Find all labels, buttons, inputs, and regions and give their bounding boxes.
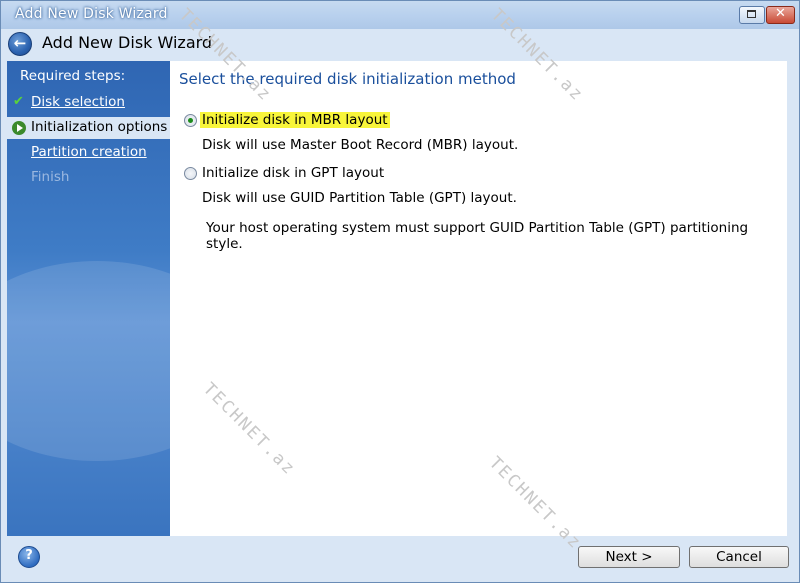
step-partition-creation[interactable]: Partition creation	[7, 142, 170, 164]
wizard-header: ← Add New Disk Wizard	[1, 29, 799, 59]
mbr-radio[interactable]	[184, 114, 197, 127]
next-button[interactable]: Next >	[578, 546, 680, 568]
step-disk-selection[interactable]: ✔ Disk selection	[7, 92, 170, 114]
maximize-icon	[747, 10, 756, 18]
checkmark-icon: ✔	[13, 94, 24, 109]
mbr-description: Disk will use Master Boot Record (MBR) l…	[202, 137, 519, 153]
gpt-radio[interactable]	[184, 167, 197, 180]
sidebar-decoration	[7, 261, 170, 461]
gpt-description: Disk will use GUID Partition Table (GPT)…	[202, 190, 517, 206]
help-icon: ?	[25, 548, 33, 563]
wizard-window: Add New Disk Wizard ✕ ← Add New Disk Wiz…	[0, 0, 800, 583]
step-initialization-options: Initialization options	[7, 117, 170, 139]
wizard-title: Add New Disk Wizard	[42, 33, 213, 52]
window-title: Add New Disk Wizard	[15, 6, 168, 22]
close-button[interactable]: ✕	[766, 6, 795, 24]
back-button[interactable]: ←	[8, 32, 32, 56]
steps-heading: Required steps:	[20, 68, 126, 84]
steps-sidebar: Required steps: ✔ Disk selection Initial…	[7, 61, 170, 536]
step-label: Partition creation	[31, 144, 147, 160]
step-label: Disk selection	[31, 94, 125, 110]
title-bar[interactable]: Add New Disk Wizard ✕	[1, 1, 799, 29]
step-label: Finish	[31, 169, 70, 185]
step-finish: Finish	[7, 167, 170, 189]
step-label: Initialization options	[31, 119, 168, 135]
gpt-support-note: Your host operating system must support …	[206, 220, 749, 252]
back-icon: ←	[13, 34, 27, 52]
maximize-button[interactable]	[739, 6, 765, 24]
mbr-option-label[interactable]: Initialize disk in MBR layout	[200, 112, 390, 128]
gpt-option-label[interactable]: Initialize disk in GPT layout	[202, 165, 384, 181]
arrow-right-icon	[12, 121, 26, 135]
wizard-footer: ? Next > Cancel	[1, 536, 799, 582]
content-panel: Select the required disk initialization …	[170, 61, 787, 536]
help-button[interactable]: ?	[18, 546, 40, 568]
cancel-button[interactable]: Cancel	[689, 546, 789, 568]
close-icon: ✕	[775, 6, 786, 21]
